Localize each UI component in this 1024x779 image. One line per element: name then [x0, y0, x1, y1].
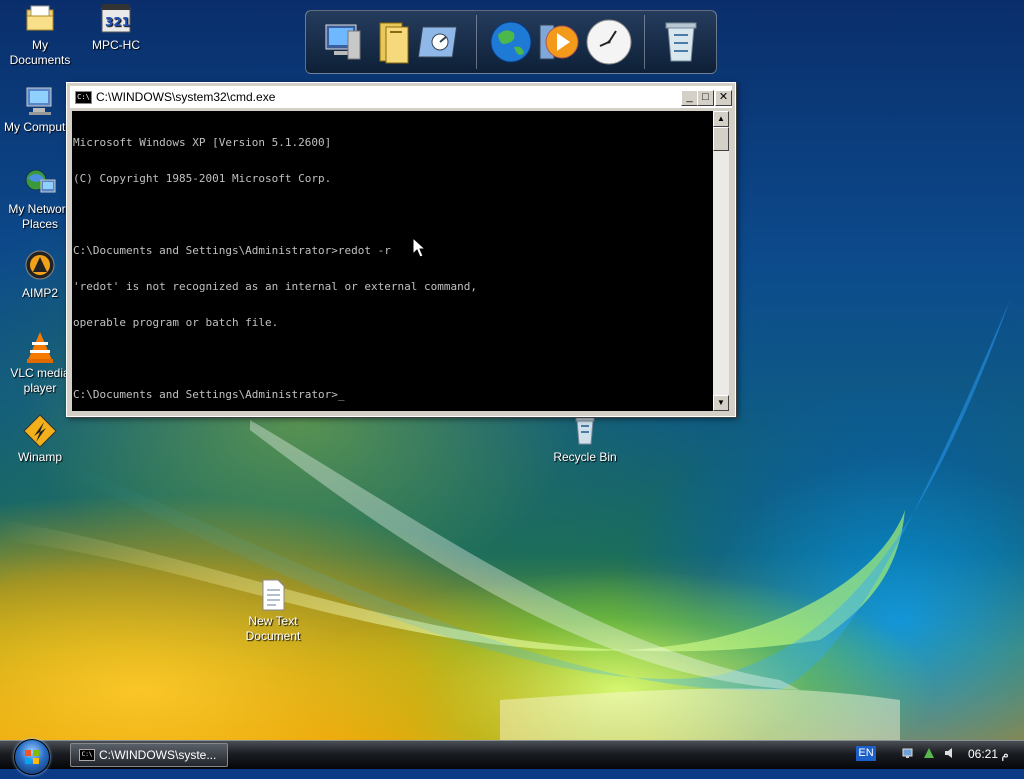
winamp-icon: [23, 414, 57, 448]
taskbar-item-label: C:\WINDOWS\syste...: [99, 748, 217, 762]
system-tray: [902, 746, 959, 765]
console-line: operable program or batch file.: [73, 316, 279, 329]
language-indicator[interactable]: EN: [856, 746, 876, 761]
network-tray-icon[interactable]: [902, 746, 916, 760]
cmd-titlebar[interactable]: C:\ C:\WINDOWS\system32\cmd.exe _ □ ✕: [70, 86, 732, 108]
dock-item-media-player[interactable]: [534, 17, 584, 67]
console-prompt-line[interactable]: C:\Documents and Settings\Administrator>…: [73, 389, 713, 401]
desktop-icon-label: My Documents: [9, 38, 71, 67]
safely-remove-hardware-icon[interactable]: [922, 746, 936, 760]
desktop-icon-label: MPC-HC: [92, 38, 140, 52]
taskbar: C:\ C:\WINDOWS\syste... EN 06:21 م: [0, 739, 1024, 775]
desktop-icon-label: Winamp: [17, 450, 62, 464]
dock-bar: [305, 10, 717, 74]
clock-icon: [586, 19, 632, 65]
desktop-icon-label: New Text Document: [245, 614, 301, 643]
cmd-taskbar-icon: C:\: [79, 749, 95, 761]
scroll-thumb[interactable]: [713, 127, 729, 151]
desktop-icon-winamp[interactable]: Winamp: [0, 414, 80, 465]
cmd-window-title: C:\WINDOWS\system32\cmd.exe: [96, 90, 276, 104]
windows-logo-icon: [25, 750, 39, 764]
vlc-icon: [23, 330, 57, 364]
network-places-icon: [23, 166, 57, 200]
dock-separator: [476, 15, 477, 69]
mpc-badge-text: 321: [105, 15, 130, 29]
console-scrollbar[interactable]: ▲ ▼: [713, 111, 729, 411]
desktop-icon-label: Recycle Bin: [553, 450, 617, 464]
maximize-button[interactable]: □: [697, 90, 714, 106]
dock-item-clock[interactable]: [584, 17, 634, 67]
internet-globe-icon: [490, 21, 532, 63]
cmd-window[interactable]: C:\ C:\WINDOWS\system32\cmd.exe _ □ ✕ Mi…: [66, 82, 736, 417]
dock-item-computer[interactable]: [318, 17, 368, 67]
text-document-icon: [256, 578, 290, 612]
start-button[interactable]: [14, 739, 50, 775]
volume-icon[interactable]: [943, 746, 957, 760]
recycle-bin-icon: [665, 22, 697, 62]
console-line: C:\Documents and Settings\Administrator>…: [73, 244, 391, 257]
dock-separator: [644, 15, 645, 69]
scroll-up-button[interactable]: ▲: [713, 111, 729, 127]
taskbar-clock[interactable]: 06:21 م: [968, 747, 1009, 761]
cmd-app-icon: C:\: [75, 91, 92, 104]
mpc-hc-icon: 321: [99, 2, 133, 36]
media-player-icon: [539, 24, 579, 60]
dock-item-control-panel[interactable]: [416, 17, 466, 67]
dock-item-recycle-bin[interactable]: [656, 17, 706, 67]
console-line: ​: [73, 209, 713, 221]
mouse-cursor-icon: [412, 237, 426, 258]
taskbar-item-cmd[interactable]: C:\ C:\WINDOWS\syste...: [70, 743, 228, 767]
folder-icon: [379, 22, 409, 64]
aimp-icon: [23, 250, 57, 284]
dock-item-internet[interactable]: [486, 17, 536, 67]
dock-item-folder[interactable]: [368, 17, 418, 67]
console-line: (C) Copyright 1985-2001 Microsoft Corp.: [73, 172, 332, 185]
desktop-icon-new-text-document[interactable]: New Text Document: [233, 578, 313, 644]
computer-icon: [325, 24, 361, 60]
console-output[interactable]: Microsoft Windows XP [Version 5.1.2600] …: [72, 111, 713, 411]
close-button[interactable]: ✕: [715, 90, 732, 106]
control-panel-icon: [417, 26, 458, 58]
minimize-button[interactable]: _: [681, 90, 698, 106]
desktop-icon-mpc-hc[interactable]: 321 MPC-HC: [76, 2, 156, 53]
console-line: 'redot' is not recognized as an internal…: [73, 280, 477, 293]
scroll-down-button[interactable]: ▼: [713, 395, 729, 411]
my-computer-icon: [23, 84, 57, 118]
console-line: Microsoft Windows XP [Version 5.1.2600]: [73, 136, 332, 149]
desktop-icon-my-documents[interactable]: My Documents: [0, 2, 80, 68]
console-line: ​: [73, 353, 713, 365]
my-documents-icon: [23, 2, 57, 36]
